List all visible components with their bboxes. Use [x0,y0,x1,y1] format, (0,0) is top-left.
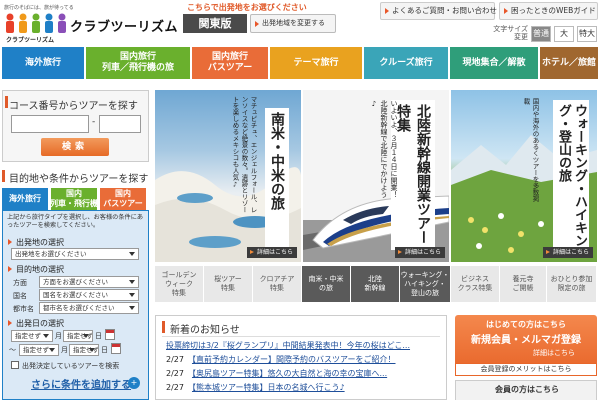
search-tab-domestic-train[interactable]: 国内 列車・飛行機 [50,188,98,210]
date-from-year-select[interactable]: 指定せず [11,330,53,342]
logo-figures-icon [6,13,66,33]
feature-tab-golden-week[interactable]: ゴールデン ウィーク 特集 [155,266,204,302]
date-to-day-select[interactable]: 指定せず [69,344,99,356]
news-item[interactable]: 2/27 【奥尻島ツアー特集】悠久の大自然と海の幸の宝庫へ... [166,368,446,379]
area-label: 方面 [13,279,27,287]
feature-tab-hokuriku[interactable]: 北陸 新幹線 [351,266,400,302]
promo-register: 新規会員・メルマガ登録 [471,335,581,346]
main-nav: 海外旅行 国内旅行 列車／飛行機の旅 国内旅行 バスツアー テーマ旅行 クルーズ… [2,47,598,79]
course-number-input-1[interactable] [11,115,89,133]
departure-label: 出発地の選択 [8,237,64,248]
search-note: 上記から旅行タイプを選択し、お客様の条件にあったツアーを検索してください。 [7,214,144,229]
feature-tab-hiking[interactable]: ウォーキング・ ハイキング・ 登山の旅 [400,266,451,302]
feature-tab-business-class[interactable]: ビジネス クラス特集 [451,266,500,302]
faq-link[interactable]: よくあるご質問・お問い合わせ [380,2,497,20]
promo-title: はじめての方はこちら [486,320,566,329]
hero-banner-latin-america[interactable]: 南米・中米の旅 マチュピチュ、エンジェルフォール、レンソイスなど絶景の数々。遺跡… [155,90,301,262]
departure-confirmed-checkbox[interactable] [11,361,19,369]
logo-subtitle: クラブツーリズム [6,37,55,44]
date-tilde: 〜 [9,346,16,354]
member-login-box: 会員の方はこちら [455,380,597,400]
feature-tab-solo[interactable]: おひとり参加 限定の旅 [547,266,597,302]
add-conditions-link[interactable]: さらに条件を追加する [31,376,131,391]
nav-tab-overseas[interactable]: 海外旅行 [2,47,84,79]
news-section: 新着のお知らせ 投票締切は3/2『桜グランプリ』中間結果発表中！今年の桜はどこ.… [155,315,447,400]
feature-tab-temple[interactable]: 養元寺 ご開帳 [500,266,547,302]
search-tab-domestic-bus[interactable]: 国内 バスツアー [100,188,146,210]
destination-label: 目的地の選択 [8,264,64,275]
logo-tagline: 旅行のそばには、旅が待ってる [4,5,74,11]
region-selector: こちらで出発地をお選びください 関東版 出発地域を変更する [183,2,353,34]
promo-detail-link[interactable]: 詳細はこちら [533,348,575,358]
course-number-input-2[interactable] [99,115,141,133]
region-change-button[interactable]: 出発地域を変更する [250,14,336,33]
font-size-large-button[interactable]: 大 [554,26,574,42]
hero-title: ウォーキング・ハイキング・登山の旅 [553,100,589,255]
site-logo[interactable]: 旅行のそばには、旅が待ってる クラブツーリズム クラブツーリズム [4,4,179,44]
login-title: 会員の方はこちら [495,385,559,394]
nav-tab-cruise[interactable]: クルーズ旅行 [364,47,448,79]
course-search-title: コース番号からツアーを探す [9,101,138,112]
search-tab-overseas[interactable]: 海外旅行 [2,188,48,210]
departure-confirmed-label: 出発決定しているツアーを検索 [22,362,120,370]
region-name: 関東版 [183,14,247,33]
hero-desc: マチュピチュ、エンジェルフォール、レンソイスなど絶景の数々。遺跡とリゾートを楽し… [231,96,257,213]
hero-banners: 南米・中米の旅 マチュピチュ、エンジェルフォール、レンソイスなど絶景の数々。遺跡… [155,90,597,262]
feature-tab-latin-america[interactable]: 南米・中米 の旅 [302,266,351,302]
month-unit: 月 [61,346,68,354]
font-size-xlarge-button[interactable]: 特大 [577,26,597,42]
feature-tab-croatia[interactable]: クロアチア 特集 [253,266,302,302]
web-guide-link[interactable]: 困ったときのWEBガイド [499,2,598,20]
news-title: 新着のお知らせ [170,325,240,336]
header: 旅行のそばには、旅が待ってる クラブツーリズム クラブツーリズム こちらで出発地… [0,0,600,44]
feature-tabs: ゴールデン ウィーク 特集 桜ツアー 特集 クロアチア 特集 南米・中米 の旅 … [155,266,597,302]
calendar-icon[interactable] [111,343,121,354]
section-marker [5,96,8,108]
region-note: こちらで出発地をお選びください [187,3,307,12]
hero-detail-button[interactable]: 詳細はこちら [542,247,593,258]
feature-tab-sakura[interactable]: 桜ツアー 特集 [204,266,253,302]
hero-banner-hiking[interactable]: ウォーキング・ハイキング・登山の旅 国内や海外のあるくツアーを多数掲載 詳細はこ… [451,90,597,262]
hero-desc: いよいよ、３月１４日に開業！北陸新幹線で北陸にでかけよう♪ [370,100,398,198]
date-to-year-select[interactable]: 指定せず [19,344,59,356]
purpose-search-title: 目的地や条件からツアーを探す [9,174,149,185]
country-select[interactable]: 国名をお選びください [39,289,139,301]
day-unit: 日 [101,346,108,354]
font-size-label: 文字サイズ変更 [493,25,528,41]
hero-desc: 国内や海外のあるくツアーを多数掲載 [522,98,539,202]
nav-tab-domestic-train[interactable]: 国内旅行 列車／飛行機の旅 [86,47,190,79]
month-unit: 月 [55,332,62,340]
city-select[interactable]: 都市名をお選びください [39,302,139,314]
hero-banner-hokuriku[interactable]: 北陸新幹線開業ツアー特集 いよいよ、３月１４日に開業！北陸新幹線で北陸にでかけよ… [303,90,449,262]
day-unit: 日 [95,332,102,340]
nav-tab-hotel[interactable]: ホテル／旅館 [540,47,598,79]
news-item[interactable]: 2/27 【熊本城ツアー特集】日本の名城へ行こう♪ [166,382,446,393]
destination-search-panel: 上記から旅行タイプを選択し、お客様の条件にあったツアーを検索してください。 出発… [2,210,149,400]
nav-tab-domestic-bus[interactable]: 国内旅行 バスツアー [192,47,268,79]
country-label: 国名 [13,292,27,300]
news-item[interactable]: 投票締切は3/2『桜グランプリ』中間結果発表中！今年の桜はどこ... [166,340,446,351]
logo-wordmark: クラブツーリズム [70,20,179,35]
section-marker [2,170,5,182]
course-dash: - [92,117,96,127]
nav-tab-theme[interactable]: テーマ旅行 [270,47,362,79]
section-marker [162,321,165,333]
calendar-icon[interactable] [105,329,115,340]
divider [162,336,440,337]
course-number-search: コース番号からツアーを探す - 検索 [2,90,149,162]
date-label: 出発日の選択 [8,318,64,329]
nav-tab-local-meet[interactable]: 現地集合／解散 [450,47,538,79]
hero-detail-button[interactable]: 詳細はこちら [246,247,297,258]
hero-detail-button[interactable]: 詳細はこちら [394,247,445,258]
font-size-normal-button[interactable]: 普通 [531,26,551,42]
plus-circle-icon[interactable]: + [128,377,140,389]
member-merit-link[interactable]: 会員登録のメリットはこちら [455,363,597,376]
departure-select[interactable]: 出発地をお選びください [11,248,139,260]
hero-title: 南米・中米の旅 [265,108,289,248]
area-select[interactable]: 方面をお選びください [39,276,139,288]
date-from-day-select[interactable]: 指定せず [63,330,93,342]
city-label: 都市名 [13,305,34,313]
course-search-button[interactable]: 検索 [41,138,109,156]
news-item[interactable]: 2/27 【直前予約カレンダー】間際予約のバスツアーをご紹介！ [166,354,446,365]
